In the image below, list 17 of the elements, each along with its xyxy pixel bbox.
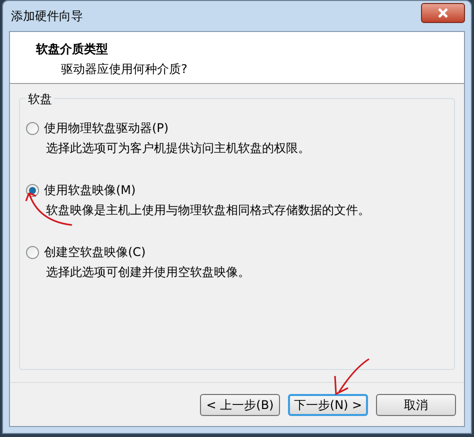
window-title: 添加硬件向导: [10, 8, 83, 25]
wizard-button[interactable]: 下一步(N) >: [288, 394, 368, 416]
option-description: 软盘映像是主机上使用与物理软盘相同格式存储数据的文件。: [45, 202, 371, 219]
radio-button[interactable]: [26, 246, 39, 258]
radio-button[interactable]: [26, 122, 39, 134]
header-title: 软盘介质类型: [36, 41, 109, 58]
close-icon: [438, 8, 448, 18]
radio-option[interactable]: 创建空软盘映像(C): [26, 243, 448, 261]
close-button[interactable]: [421, 3, 465, 23]
radio-option[interactable]: 使用物理软盘驱动器(P): [26, 119, 448, 137]
wizard-button[interactable]: 取消: [376, 394, 456, 416]
wizard-button[interactable]: < 上一步(B): [200, 394, 280, 416]
header-subtitle: 驱动器应使用何种介质?: [60, 61, 188, 78]
group-label: 软盘: [26, 90, 54, 108]
option-description: 选择此选项可创建并使用空软盘映像。: [45, 264, 251, 281]
option-description: 选择此选项可为客户机提供访问主机软盘的权限。: [45, 140, 311, 157]
radio-option[interactable]: 使用软盘映像(M): [26, 181, 448, 199]
